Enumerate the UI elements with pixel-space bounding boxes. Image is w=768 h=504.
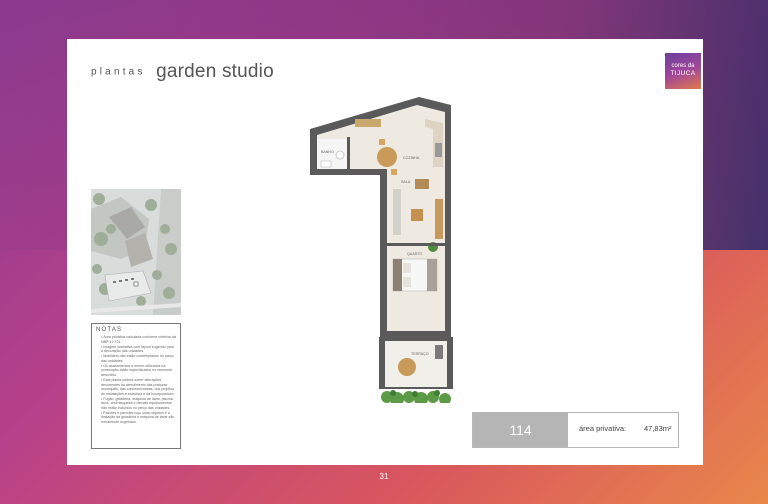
page-title-main: garden studio bbox=[156, 61, 274, 82]
notes-item: Fogão, geladeira, máquina de lavar, pisc… bbox=[101, 397, 176, 411]
brand-logo: cores da TIJUCA bbox=[665, 53, 701, 89]
page-title: plantas garden studio bbox=[91, 61, 274, 83]
notes-item: Mobiliário não estão contemplados no pre… bbox=[101, 354, 176, 363]
notes-item: Área privativa calculada conforme critér… bbox=[101, 335, 176, 344]
room-label-living: SALA bbox=[401, 180, 411, 184]
floor-plan-drawing: BANHO COZINHA SALA QUARTO TERRAÇO bbox=[310, 97, 453, 406]
site-location-map bbox=[90, 189, 182, 315]
unit-info-box: 114 área privativa: 47,83m² bbox=[472, 412, 679, 448]
page-number: 31 bbox=[379, 472, 389, 481]
unit-number: 114 bbox=[473, 413, 568, 447]
notes-heading: NOTAS bbox=[96, 327, 123, 333]
floor-plan: BANHO COZINHA SALA QUARTO TERRAÇO bbox=[307, 97, 461, 406]
notes-list: Área privativa calculada conforme critér… bbox=[96, 335, 176, 425]
notes-item: Os acabamentos a serem utilizados na con… bbox=[101, 364, 176, 378]
unit-area-value: 47,83m² bbox=[644, 424, 672, 433]
notes-item: Esta planta poderá sofrer alterações dec… bbox=[101, 378, 176, 396]
notes-item: Imagem ilustrativa com layout sugerido p… bbox=[101, 345, 176, 354]
room-label-bathroom: BANHO bbox=[321, 150, 334, 154]
unit-area-label: área privativa: bbox=[579, 424, 627, 433]
brand-logo-line1: cores da bbox=[671, 63, 695, 69]
notes-box: NOTAS Área privativa calculada conforme … bbox=[91, 323, 181, 449]
room-label-kitchen: COZINHA bbox=[403, 156, 420, 160]
room-label-bedroom: QUARTO bbox=[407, 252, 422, 256]
brochure-page: plantas garden studio cores da TIJUCA NO… bbox=[67, 39, 703, 465]
notes-item: Pavotes e paredes cujo único objetivo é … bbox=[101, 411, 176, 425]
site-map-image bbox=[90, 189, 182, 315]
room-label-terrace: TERRAÇO bbox=[411, 352, 429, 356]
page-title-prefix: plantas bbox=[91, 66, 146, 78]
brand-logo-line2: TIJUCA bbox=[670, 70, 696, 77]
